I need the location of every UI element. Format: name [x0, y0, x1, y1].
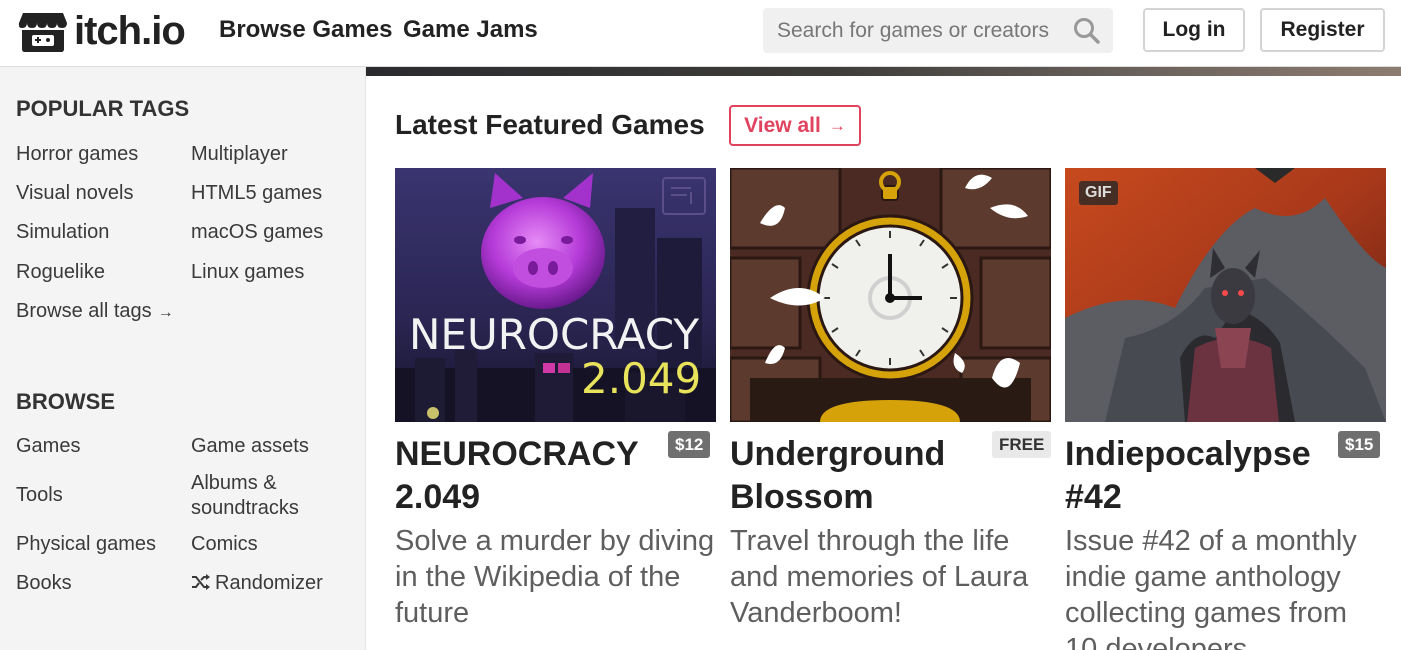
game-title-neurocracy[interactable]: NEUROCRACY 2.049	[395, 433, 665, 519]
price-badge: FREE	[992, 431, 1052, 458]
game-thumbnail-underground-blossom[interactable]	[730, 168, 1051, 422]
browse-albums-soundtracks[interactable]: Albums & soundtracks	[191, 471, 341, 521]
logo-wordmark: itch.io	[74, 8, 186, 53]
popular-tags-heading: POPULAR TAGS	[16, 96, 190, 121]
browse-books[interactable]: Books	[16, 571, 72, 596]
tag-html5-games[interactable]: HTML5 games	[191, 181, 322, 206]
indiepocalypse-cover-art	[1065, 168, 1386, 422]
nav-game-jams[interactable]: Game Jams	[403, 16, 538, 44]
nav-browse-games[interactable]: Browse Games	[219, 16, 392, 44]
tag-macos-games[interactable]: macOS games	[191, 220, 323, 245]
game-title-underground-blossom[interactable]: Underground Blossom	[730, 433, 980, 519]
neurocracy-cover-art: NEUROCRACY 2.049	[395, 168, 716, 422]
search-input[interactable]	[777, 8, 1067, 53]
price-badge: $12	[668, 431, 711, 458]
game-title-indiepocalypse[interactable]: Indiepocalypse #42	[1065, 433, 1335, 519]
browse-all-tags-link[interactable]: Browse all tags →	[16, 299, 174, 325]
itch-logo-icon	[18, 13, 67, 52]
browse-tools[interactable]: Tools	[16, 483, 63, 508]
register-button[interactable]: Register	[1260, 8, 1385, 52]
featured-banner-strip[interactable]	[366, 67, 1401, 76]
browse-game-assets[interactable]: Game assets	[191, 434, 309, 459]
top-header: itch.io Browse Games Game Jams Log in Re…	[0, 0, 1401, 67]
tag-horror-games[interactable]: Horror games	[16, 142, 138, 167]
tag-simulation[interactable]: Simulation	[16, 220, 109, 245]
tag-visual-novels[interactable]: Visual novels	[16, 181, 133, 206]
game-thumbnail-indiepocalypse[interactable]	[1065, 168, 1386, 422]
view-all-label: View all	[744, 113, 821, 137]
browse-physical-games[interactable]: Physical games	[16, 532, 156, 557]
login-button[interactable]: Log in	[1143, 8, 1245, 52]
thumb-version-text: 2.049	[581, 354, 701, 403]
search-icon[interactable]	[1073, 17, 1101, 45]
thumb-title-text: NEUROCRACY	[409, 310, 699, 359]
browse-all-tags-label: Browse all tags	[16, 300, 152, 322]
search-box	[763, 8, 1113, 53]
browse-games[interactable]: Games	[16, 434, 80, 459]
view-all-button[interactable]: View all →	[729, 105, 861, 146]
game-description-neurocracy: Solve a murder by diving in the Wikipedi…	[395, 525, 715, 629]
browse-randomizer-link[interactable]: Randomizer	[191, 571, 323, 596]
itch-logo[interactable]: itch.io	[18, 8, 186, 54]
underground-blossom-cover-art	[730, 168, 1051, 422]
browse-heading: BROWSE	[16, 389, 115, 414]
arrow-right-icon: →	[828, 115, 846, 135]
price-badge: $15	[1338, 431, 1381, 458]
browse-comics[interactable]: Comics	[191, 532, 258, 557]
shuffle-icon	[192, 574, 210, 590]
tag-linux-games[interactable]: Linux games	[191, 260, 304, 285]
game-description-indiepocalypse: Issue #42 of a monthly indie game anthol…	[1065, 525, 1357, 650]
tag-multiplayer[interactable]: Multiplayer	[191, 142, 288, 167]
section-title: Latest Featured Games	[395, 109, 705, 140]
game-thumbnail-neurocracy[interactable]: NEUROCRACY 2.049	[395, 168, 716, 422]
randomizer-label: Randomizer	[215, 572, 323, 594]
game-description-underground-blossom: Travel through the life and memories of …	[730, 525, 1029, 629]
tag-roguelike[interactable]: Roguelike	[16, 260, 105, 285]
gif-badge: GIF	[1079, 181, 1118, 205]
arrow-right-icon: →	[157, 304, 174, 321]
